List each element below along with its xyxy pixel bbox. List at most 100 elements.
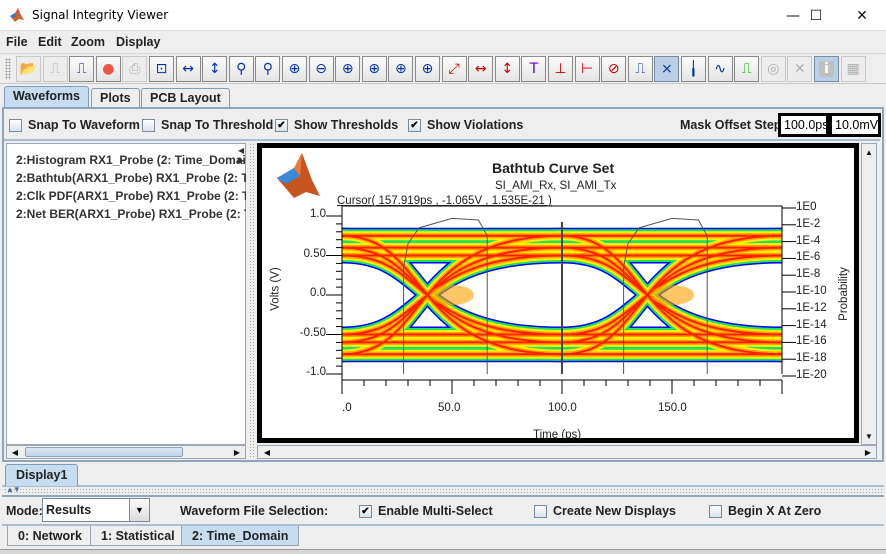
pattern-button[interactable]: ▦ [840, 56, 866, 82]
list-item[interactable]: 2:Bathtub(ARX1_Probe) RX1_Probe (2: Time… [16, 171, 246, 185]
threshold-marker-button[interactable]: ⊥ [548, 56, 573, 82]
list-horizontal-scrollbar[interactable]: ◀ ▶ [6, 445, 246, 459]
scroll-down-icon[interactable]: ▼ [862, 430, 876, 442]
tab-display1[interactable]: Display1 [5, 464, 79, 486]
list-scroll-arrows[interactable]: ◀ ▶ [238, 146, 246, 170]
plot-horizontal-scrollbar[interactable]: ◀ ▶ [257, 445, 877, 459]
delete-icon: ✕ [794, 61, 806, 77]
menu-file[interactable]: File [6, 35, 28, 49]
menu-display[interactable]: Display [116, 35, 160, 49]
mask-offset-voltage-field[interactable]: 10.0mV [829, 113, 881, 137]
analog-waveform-button[interactable]: ∿ [707, 56, 733, 82]
chevron-down-icon[interactable]: ▼ [129, 499, 149, 521]
zoom-horizontal-button[interactable]: ⊕ [335, 56, 361, 82]
cursor-readout: Cursor( 157.919ps , -1.065V , 1.535E-21 … [337, 195, 552, 207]
zoom-vertical-window-icon: ↕ [208, 61, 221, 77]
zoom-in-button[interactable]: ⊕ [282, 56, 307, 82]
menu-edit[interactable]: Edit [38, 35, 62, 49]
maximize-button[interactable]: ☐ [793, 0, 839, 31]
target-button[interactable]: ◎ [760, 56, 786, 82]
color-wheel-button[interactable]: ● [95, 56, 121, 82]
menu-zoom[interactable]: Zoom [71, 35, 105, 49]
checkbox-box [709, 504, 722, 518]
toolbar-grip[interactable] [5, 58, 11, 80]
waveform-file-selection-label: Waveform File Selection: [180, 504, 329, 518]
title-bar: Signal Integrity Viewer — ☐ ✕ [0, 0, 886, 31]
y2-tick-label: 1E-8 [796, 268, 821, 281]
snap-to-waveform-checkbox[interactable]: Snap To Waveform [9, 118, 140, 132]
measure-horizontal-button[interactable]: ↔ [468, 56, 494, 82]
list-item[interactable]: 2:Net BER(ARX1_Probe) RX1_Probe (2: Time… [16, 207, 246, 221]
mode-value: Results [46, 503, 92, 517]
checkbox-box [9, 118, 22, 132]
digital-waveform-button[interactable]: ⎍ [627, 56, 653, 82]
print-icon: ⎙ [129, 61, 141, 77]
measure-delta-button[interactable]: ⤢ [441, 56, 467, 82]
plot-title: Bathtub Curve Set [492, 160, 615, 176]
tab-plots[interactable]: Plots [91, 88, 140, 108]
splitter-collapse-icon[interactable]: ▲▼ [6, 485, 21, 494]
zoom-vertical-icon: ⊕ [368, 61, 381, 77]
histogram-button[interactable]: ╽ [681, 56, 706, 82]
create-new-displays-checkbox[interactable]: Create New Displays [534, 504, 676, 518]
begin-x-at-zero-label: Begin X At Zero [728, 504, 822, 518]
bus-waveform-button[interactable]: ⎍ [734, 56, 760, 82]
print-button[interactable]: ⎙ [122, 56, 148, 82]
zoom-out-button[interactable]: ⊖ [308, 56, 334, 82]
measure-horizontal-icon: ↔ [474, 61, 487, 77]
snap-to-waveform-label: Snap To Waveform [28, 118, 140, 132]
color-wheel-icon: ● [102, 61, 115, 77]
y-tick-label: 0.0 [310, 287, 326, 299]
zoom-vertical-button[interactable]: ⊕ [361, 56, 387, 82]
text-annotation-button[interactable]: T [521, 56, 547, 82]
zoom-previous-button[interactable]: ⊕ [415, 56, 440, 82]
zoom-vertical-window-button[interactable]: ↕ [202, 56, 228, 82]
list-item[interactable]: 2:Histogram RX1_Probe (2: Time_Domain) [16, 153, 246, 167]
delete-button[interactable]: ✕ [787, 56, 813, 82]
left-marker-button[interactable]: ⊢ [574, 56, 600, 82]
zoom-waveform-button[interactable]: ⊕ [388, 56, 414, 82]
info-button[interactable]: i [814, 56, 839, 82]
open-button[interactable]: 📂 [16, 56, 41, 82]
mode-select[interactable]: Results ▼ [42, 498, 150, 522]
waveform-properties-button[interactable]: ⎍ [69, 56, 95, 82]
show-violations-checkbox[interactable]: ✔ Show Violations [408, 118, 523, 132]
y-tick-label: 0.50 [303, 247, 326, 260]
plot-vertical-scrollbar[interactable]: ▲ ▼ [861, 143, 877, 445]
zoom-out-icon: ⊖ [315, 61, 327, 77]
close-button[interactable]: ✕ [839, 0, 885, 31]
analog-waveform-icon: ∿ [714, 61, 726, 77]
import-waveform-button[interactable]: ⎍ [42, 56, 68, 82]
tab-waveforms[interactable]: Waveforms [4, 86, 89, 108]
divider [2, 485, 884, 487]
zoom-horizontal-window-icon: ↔ [182, 61, 194, 77]
tab-network[interactable]: 0: Network [7, 526, 93, 546]
zoom-button[interactable]: ⚲ [228, 56, 254, 82]
scroll-left-icon[interactable]: ◀ [260, 446, 274, 458]
tab-statistical[interactable]: 1: Statistical [90, 526, 186, 546]
vertical-splitter[interactable] [248, 143, 255, 459]
mask-offset-time-field[interactable]: 100.0ps [778, 113, 829, 137]
plot-canvas[interactable]: Bathtub Curve Set SI_AMI_Rx, SI_AMI_Tx C… [257, 143, 859, 443]
scroll-right-icon[interactable]: ▶ [861, 446, 875, 458]
scroll-left-icon[interactable]: ◀ [8, 446, 22, 458]
scroll-up-icon[interactable]: ▲ [862, 146, 876, 158]
tab-pcb-layout[interactable]: PCB Layout [141, 88, 230, 108]
list-item[interactable]: 2:Clk PDF(ARX1_Probe) RX1_Probe (2: Time… [16, 189, 246, 203]
plot-subtitle: SI_AMI_Rx, SI_AMI_Tx [495, 180, 617, 192]
no-sweep-button[interactable]: ⊘ [601, 56, 627, 82]
zoom-horizontal-window-button[interactable]: ↔ [175, 56, 201, 82]
tab-time-domain[interactable]: 2: Time_Domain [181, 526, 300, 546]
zoom-window-button[interactable]: ⊡ [149, 56, 174, 82]
bus-waveform-icon: ⎍ [741, 61, 752, 77]
snap-to-threshold-checkbox[interactable]: Snap To Threshold [142, 118, 273, 132]
scroll-right-icon[interactable]: ▶ [230, 446, 244, 458]
begin-x-at-zero-checkbox[interactable]: Begin X At Zero [709, 504, 821, 518]
zoom-xy-button[interactable]: ⚲ [255, 56, 281, 82]
measure-vertical-button[interactable]: ↕ [494, 56, 520, 82]
eye-diagram-button[interactable]: ⨯ [654, 56, 680, 82]
horizontal-splitter[interactable] [4, 488, 882, 494]
show-thresholds-checkbox[interactable]: ✔ Show Thresholds [275, 118, 398, 132]
scroll-thumb[interactable] [25, 447, 183, 457]
enable-multi-select-checkbox[interactable]: ✔ Enable Multi-Select [359, 504, 493, 518]
